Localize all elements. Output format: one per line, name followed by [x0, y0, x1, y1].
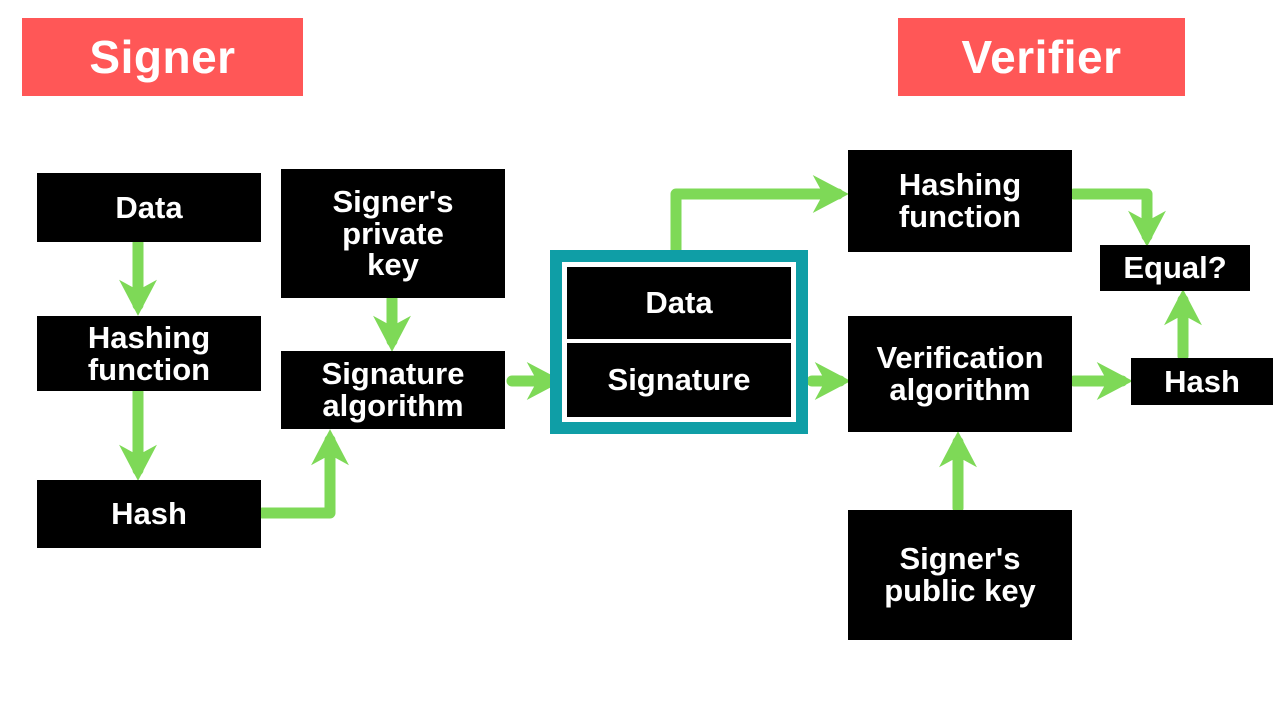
signed-message-packet: Data Signature — [550, 250, 808, 434]
arrow-hash-to-signature — [256, 429, 349, 519]
signer-banner: Signer — [22, 18, 303, 96]
arrow-packet-to-verifier-hashing — [670, 175, 849, 264]
packet-signature-box: Signature — [567, 343, 791, 417]
verifier-hash-box: Hash — [1131, 358, 1273, 405]
diagram-canvas: Signer Verifier Data Hashing function Ha… — [0, 0, 1280, 720]
signer-banner-label: Signer — [89, 31, 236, 83]
signer-data-box: Data — [37, 173, 261, 242]
signer-hash-box: Hash — [37, 480, 261, 548]
arrow-verifier-hashing-to-equal — [1068, 188, 1166, 247]
equal-box: Equal? — [1100, 245, 1250, 291]
verification-algorithm-box: Verification algorithm — [848, 316, 1072, 432]
signer-hashing-function-box: Hashing function — [37, 316, 261, 391]
verifier-banner-label: Verifier — [961, 31, 1122, 83]
signer-public-key-box: Signer's public key — [848, 510, 1072, 640]
signer-private-key-box: Signer's private key — [281, 169, 505, 298]
verifier-banner: Verifier — [898, 18, 1185, 96]
signature-algorithm-box: Signature algorithm — [281, 351, 505, 429]
verifier-hashing-function-box: Hashing function — [848, 150, 1072, 252]
packet-data-box: Data — [567, 267, 791, 340]
